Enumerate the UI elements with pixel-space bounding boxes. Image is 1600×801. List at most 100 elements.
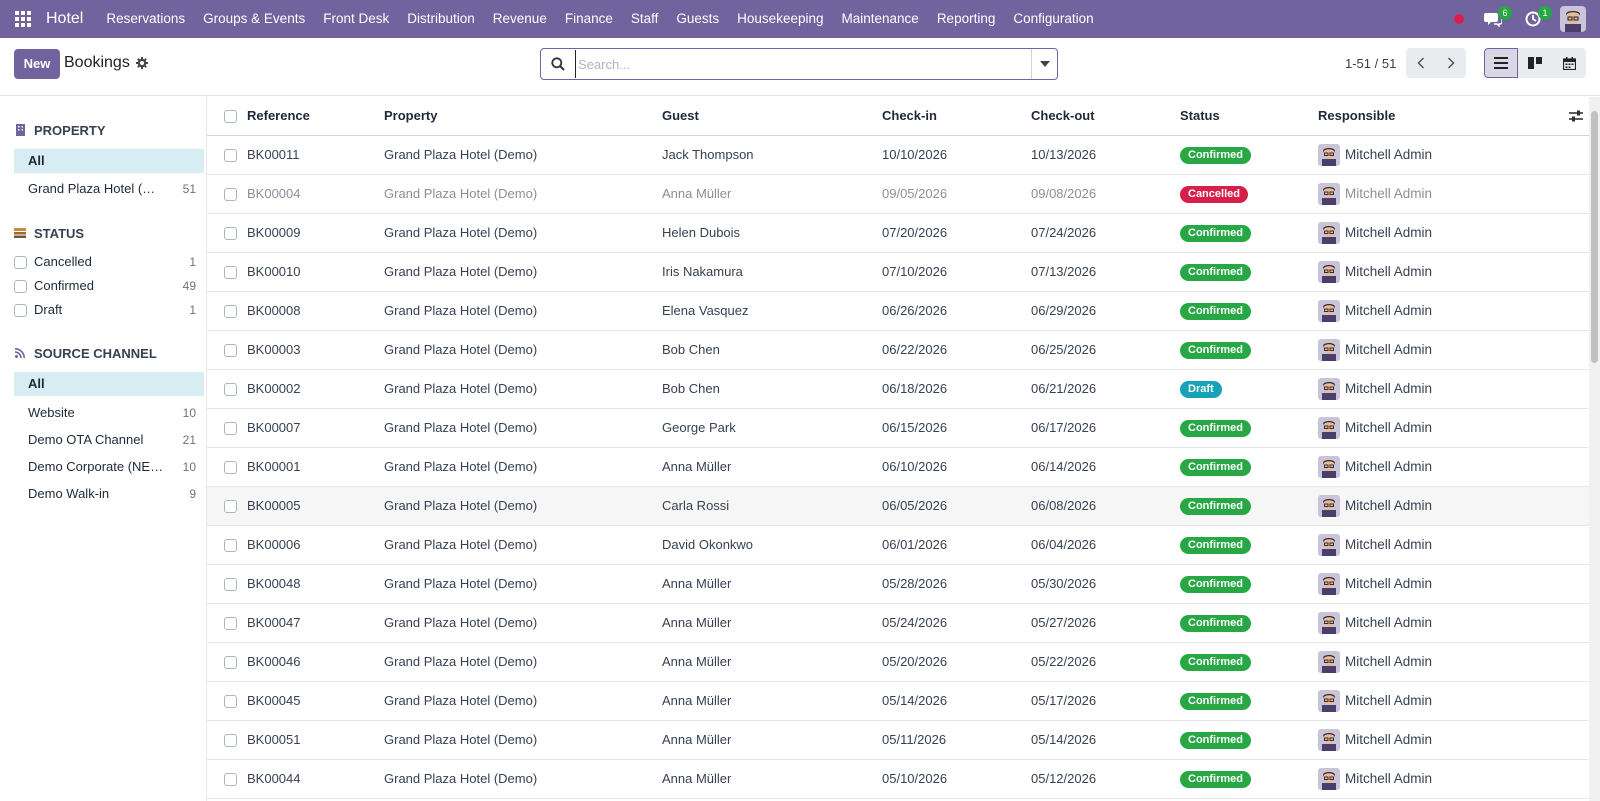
table-row[interactable]: BK00051 Grand Plaza Hotel (Demo) Anna Müll…	[207, 720, 1589, 760]
apps-menu-icon[interactable]	[0, 0, 46, 38]
table-row[interactable]: BK00011 Grand Plaza Hotel (Demo) Jack Thom…	[207, 135, 1589, 175]
row-checkbox-cell[interactable]	[207, 642, 247, 682]
row-checkbox-cell[interactable]	[207, 681, 247, 721]
menu-item-configuration[interactable]: Configuration	[1004, 0, 1102, 38]
row-checkbox[interactable]	[224, 227, 237, 241]
row-checkbox-cell[interactable]	[207, 447, 247, 487]
status-filter-confirmed[interactable]: Confirmed 49	[14, 274, 204, 298]
row-checkbox-cell[interactable]	[207, 720, 247, 760]
messages-icon[interactable]: 6	[1480, 0, 1512, 38]
search-options-chevron-down-icon[interactable]	[1031, 49, 1057, 79]
row-checkbox[interactable]	[224, 734, 237, 748]
menu-item-staff[interactable]: Staff	[622, 0, 668, 38]
table-row[interactable]: BK00001 Grand Plaza Hotel (Demo) Anna Müll…	[207, 447, 1589, 487]
table-row[interactable]: BK00010 Grand Plaza Hotel (Demo) Iris Naka…	[207, 252, 1589, 292]
row-checkbox[interactable]	[224, 578, 237, 592]
row-checkbox-cell[interactable]	[207, 408, 247, 448]
row-checkbox-cell[interactable]	[207, 213, 247, 253]
table-row[interactable]: BK00045 Grand Plaza Hotel (Demo) Anna Müll…	[207, 681, 1589, 721]
scrollbar-thumb[interactable]	[1591, 111, 1598, 363]
row-checkbox[interactable]	[224, 656, 237, 670]
new-button[interactable]: New	[14, 49, 60, 79]
row-checkbox[interactable]	[224, 422, 237, 436]
row-checkbox[interactable]	[224, 461, 237, 475]
row-checkbox-cell[interactable]	[207, 564, 247, 604]
table-row[interactable]: BK00048 Grand Plaza Hotel (Demo) Anna Müll…	[207, 564, 1589, 604]
row-checkbox-cell[interactable]	[207, 174, 247, 214]
row-checkbox[interactable]	[224, 188, 237, 202]
menu-item-revenue[interactable]: Revenue	[484, 0, 556, 38]
row-checkbox[interactable]	[224, 695, 237, 709]
table-row[interactable]: BK00003 Grand Plaza Hotel (Demo) Bob Chen 0…	[207, 330, 1589, 370]
activities-clock-icon[interactable]: 1	[1520, 0, 1552, 38]
row-checkbox[interactable]	[224, 383, 237, 397]
menu-item-finance[interactable]: Finance	[556, 0, 622, 38]
menu-item-maintenance[interactable]: Maintenance	[833, 0, 928, 38]
table-row[interactable]: BK00009 Grand Plaza Hotel (Demo) Helen Dub…	[207, 213, 1589, 253]
menu-item-distribution[interactable]: Distribution	[398, 0, 484, 38]
list-view-icon[interactable]	[1484, 48, 1518, 78]
pager-previous-chevron-left-icon[interactable]	[1406, 48, 1436, 78]
row-checkbox[interactable]	[224, 539, 237, 553]
column-header-property[interactable]: Property	[384, 97, 662, 136]
row-checkbox-cell[interactable]	[207, 135, 247, 175]
table-row[interactable]: BK00008 Grand Plaza Hotel (Demo) Elena Vas…	[207, 291, 1589, 331]
pager-value[interactable]: 1-51 / 51	[1345, 56, 1396, 71]
user-avatar[interactable]	[1560, 6, 1586, 32]
status-filter-draft[interactable]: Draft 1	[14, 298, 204, 322]
search-input[interactable]	[575, 50, 1031, 78]
row-checkbox-cell[interactable]	[207, 603, 247, 643]
row-checkbox[interactable]	[224, 305, 237, 319]
table-row[interactable]: BK00002 Grand Plaza Hotel (Demo) Bob Chen 0…	[207, 369, 1589, 409]
menu-item-reporting[interactable]: Reporting	[928, 0, 1005, 38]
calendar-view-icon[interactable]	[1552, 48, 1586, 78]
table-row[interactable]: BK00047 Grand Plaza Hotel (Demo) Anna Müll…	[207, 603, 1589, 643]
menu-item-reservations[interactable]: Reservations	[97, 0, 194, 38]
column-header-responsible[interactable]: Responsible	[1318, 97, 1538, 136]
checkbox[interactable]	[14, 255, 27, 269]
status-filter-cancelled[interactable]: Cancelled 1	[14, 250, 204, 274]
source-filter-demo-walk-in[interactable]: Demo Walk-in 9	[14, 480, 204, 507]
row-checkbox[interactable]	[224, 266, 237, 280]
source-filter-all[interactable]: All	[14, 372, 204, 396]
table-row[interactable]: BK00004 Grand Plaza Hotel (Demo) Anna Müll…	[207, 174, 1589, 214]
select-all-checkbox-cell[interactable]	[207, 97, 247, 136]
row-checkbox[interactable]	[224, 149, 237, 163]
row-checkbox-cell[interactable]	[207, 759, 247, 799]
row-checkbox[interactable]	[224, 500, 237, 514]
row-checkbox-cell[interactable]	[207, 252, 247, 292]
column-header-checkin[interactable]: Check-in	[882, 97, 1031, 136]
app-brand[interactable]: Hotel	[46, 10, 83, 28]
checkbox[interactable]	[14, 279, 27, 293]
status-dot-icon[interactable]	[1454, 14, 1464, 24]
row-checkbox[interactable]	[224, 344, 237, 358]
gear-icon[interactable]	[136, 57, 148, 72]
vertical-scrollbar[interactable]	[1589, 97, 1600, 801]
row-checkbox-cell[interactable]	[207, 291, 247, 331]
row-checkbox-cell[interactable]	[207, 486, 247, 526]
menu-item-front-desk[interactable]: Front Desk	[314, 0, 398, 38]
table-row[interactable]: BK00006 Grand Plaza Hotel (Demo) David Oko…	[207, 525, 1589, 565]
property-filter-all[interactable]: All	[14, 149, 204, 173]
row-checkbox[interactable]	[224, 617, 237, 631]
table-row[interactable]: BK00007 Grand Plaza Hotel (Demo) George Pa…	[207, 408, 1589, 448]
menu-item-groups-events[interactable]: Groups & Events	[194, 0, 314, 38]
menu-item-housekeeping[interactable]: Housekeeping	[728, 0, 832, 38]
column-header-guest[interactable]: Guest	[662, 97, 882, 136]
column-header-status[interactable]: Status	[1180, 97, 1318, 136]
source-filter-demo-ota[interactable]: Demo OTA Channel 21	[14, 426, 204, 453]
table-row[interactable]: BK00005 Grand Plaza Hotel (Demo) Carla Ros…	[207, 486, 1589, 526]
row-checkbox-cell[interactable]	[207, 525, 247, 565]
property-filter-grand-plaza[interactable]: Grand Plaza Hotel (Demo)51	[14, 177, 204, 201]
menu-item-guests[interactable]: Guests	[667, 0, 728, 38]
source-filter-website[interactable]: Website 10	[14, 399, 204, 426]
kanban-view-icon[interactable]	[1518, 48, 1552, 78]
column-header-reference[interactable]: Reference	[247, 97, 384, 136]
table-row[interactable]: BK00044 Grand Plaza Hotel (Demo) Anna Müll…	[207, 759, 1589, 799]
optional-columns-sliders-icon[interactable]	[1538, 97, 1589, 136]
row-checkbox-cell[interactable]	[207, 369, 247, 409]
row-checkbox-cell[interactable]	[207, 330, 247, 370]
select-all-checkbox[interactable]	[224, 110, 237, 124]
checkbox[interactable]	[14, 303, 27, 317]
source-filter-demo-corporate[interactable]: Demo Corporate (NEG) 10	[14, 453, 204, 480]
